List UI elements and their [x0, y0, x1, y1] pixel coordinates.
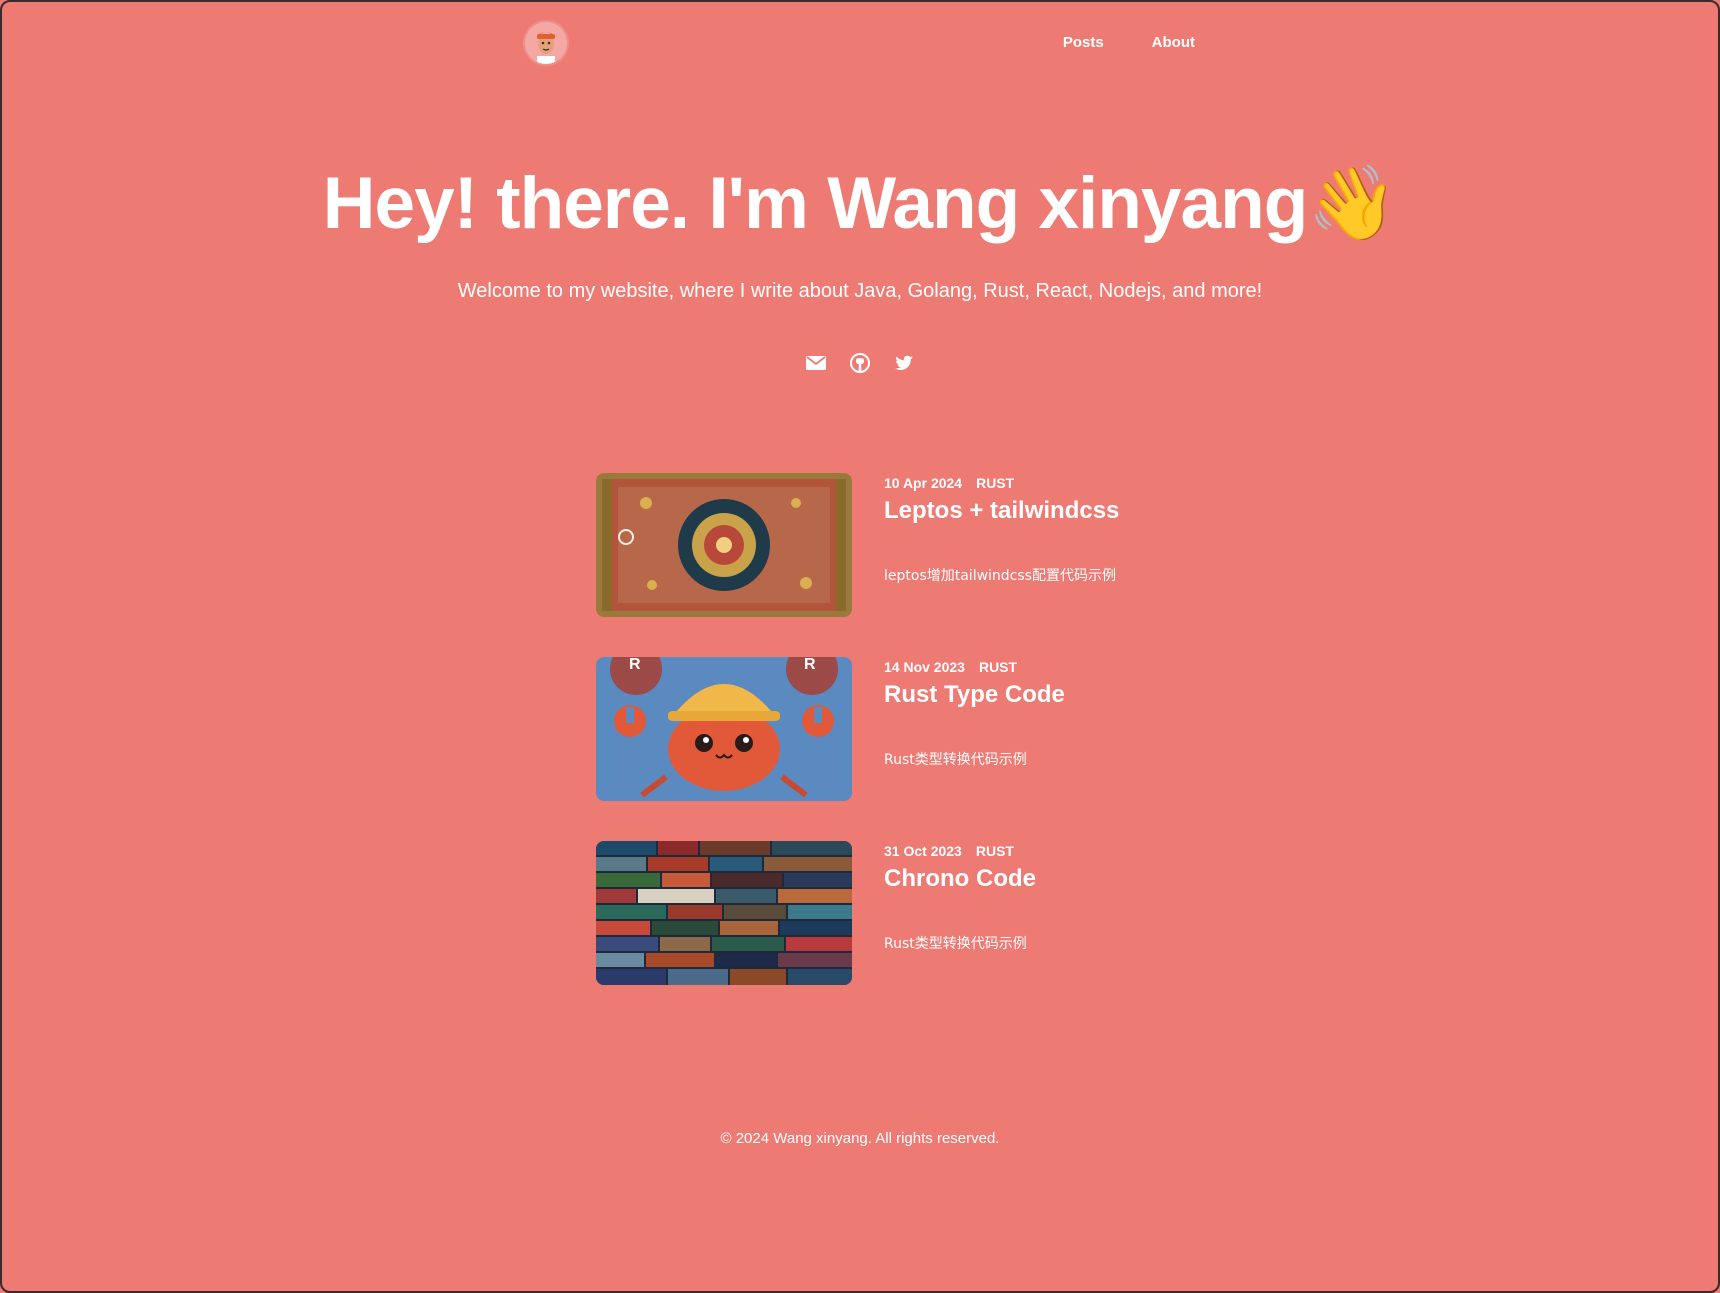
- nav-posts-link[interactable]: Posts: [1063, 34, 1104, 51]
- post-date: 31 Oct 2023: [884, 843, 962, 859]
- post-thumbnail[interactable]: R R: [596, 657, 852, 801]
- post-meta: 10 Apr 2024 RUST: [884, 475, 1014, 491]
- post-tag[interactable]: RUST: [976, 475, 1014, 491]
- post-thumbnail[interactable]: [596, 473, 852, 617]
- crab-image: R R: [596, 657, 852, 801]
- post-card[interactable]: R R 14 Nov 2023 RUST Rust Type Code Rust…: [596, 657, 1156, 801]
- svg-text:R: R: [804, 657, 816, 673]
- post-meta: 31 Oct 2023 RUST: [884, 843, 1014, 859]
- nav-about-link[interactable]: About: [1152, 34, 1195, 51]
- main-nav: Posts About: [1063, 34, 1195, 51]
- post-date: 14 Nov 2023: [884, 659, 965, 675]
- post-card[interactable]: 10 Apr 2024 RUST Leptos + tailwindcss le…: [596, 473, 1156, 617]
- hero-title: Hey! there. I'm Wang xinyang👋: [322, 163, 1398, 244]
- mail-icon[interactable]: [805, 352, 827, 374]
- posts-list: 10 Apr 2024 RUST Leptos + tailwindcss le…: [596, 473, 1156, 1025]
- github-icon[interactable]: [849, 352, 871, 374]
- site-header: Posts About: [525, 22, 1195, 64]
- site-footer: © 2024 Wang xinyang. All rights reserved…: [0, 1130, 1720, 1147]
- post-thumbnail[interactable]: [596, 841, 852, 985]
- post-date: 10 Apr 2024: [884, 475, 963, 491]
- carpet-image: [596, 473, 852, 617]
- avatar[interactable]: [525, 22, 567, 64]
- post-description: Rust类型转换代码示例: [884, 936, 1027, 952]
- twitter-icon[interactable]: [893, 352, 915, 374]
- avatar-icon: [525, 22, 567, 64]
- post-title[interactable]: Leptos + tailwindcss: [884, 495, 1119, 527]
- post-tag[interactable]: RUST: [976, 843, 1014, 859]
- post-tag[interactable]: RUST: [979, 659, 1017, 675]
- post-description: leptos增加tailwindcss配置代码示例: [884, 568, 1116, 584]
- post-description: Rust类型转换代码示例: [884, 752, 1027, 768]
- footer-copyright: © 2024 Wang xinyang. All rights reserved…: [720, 1130, 1000, 1147]
- post-card[interactable]: 31 Oct 2023 RUST Chrono Code Rust类型转换代码示…: [596, 841, 1156, 985]
- post-title[interactable]: Rust Type Code: [884, 679, 1065, 711]
- books-image: [596, 841, 852, 985]
- hero-subtitle: Welcome to my website, where I write abo…: [457, 280, 1263, 302]
- post-meta: 14 Nov 2023 RUST: [884, 659, 1017, 675]
- svg-text:R: R: [629, 657, 641, 673]
- post-title[interactable]: Chrono Code: [884, 863, 1036, 895]
- social-links: [0, 352, 1720, 374]
